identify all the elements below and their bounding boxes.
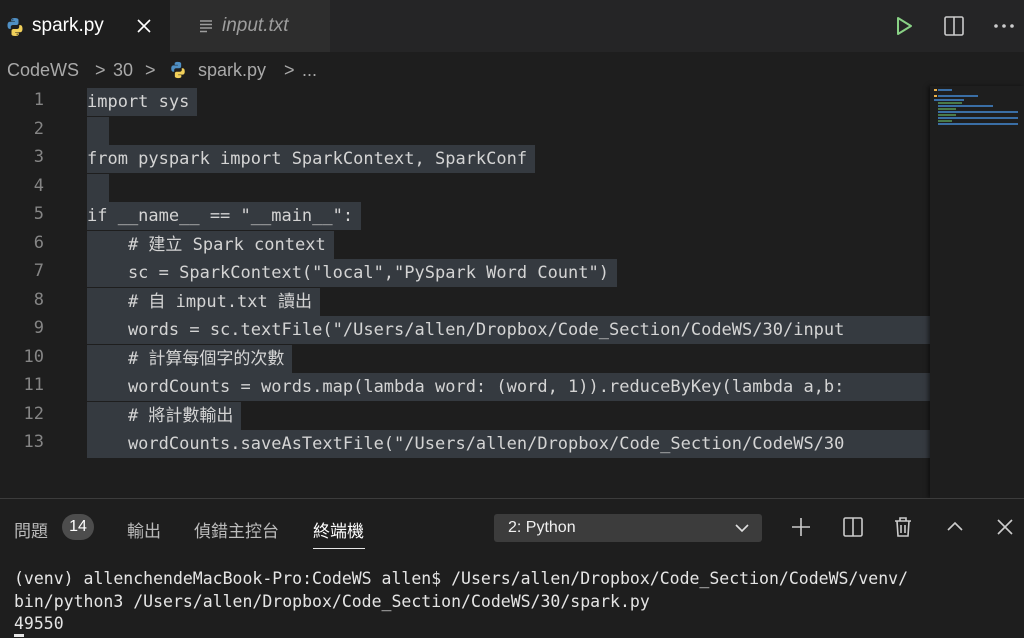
editor-tab-bar: spark.py input.txt [0,0,1024,52]
line-number: 7 [33,261,44,281]
problems-count-badge: 14 [62,514,94,540]
close-panel-icon[interactable] [993,515,1017,539]
tab-debug-console[interactable]: 偵錯主控台 [194,517,279,542]
line-number: 6 [33,233,44,253]
code-line: # 計算每個字的次數 [87,345,293,373]
maximize-panel-icon[interactable] [943,515,967,539]
line-number: 8 [33,290,44,310]
trash-icon[interactable] [891,515,915,539]
line-number: 5 [33,204,44,224]
tab-input-txt[interactable]: input.txt [170,0,330,52]
python-icon [171,61,185,79]
line-number: 11 [23,375,44,395]
breadcrumb-file[interactable]: spark.py [198,60,266,81]
breadcrumb-folder-codews[interactable]: CodeWS [7,60,79,81]
minimap[interactable] [930,86,1024,498]
split-editor-icon[interactable] [942,14,966,38]
line-number: 2 [33,119,44,139]
line-number: 13 [23,432,44,452]
tab-output[interactable]: 輸出 [127,517,161,542]
run-icon[interactable] [892,14,916,38]
text-file-icon [200,20,212,33]
minimap-preview [934,89,1018,125]
terminal-line: bin/python3 /Users/allen/Dropbox/Code_Se… [14,592,650,611]
bottom-panel: 問題 14 輸出 偵錯主控台 終端機 2: Python (venv) alle… [0,498,1024,638]
active-tab-indicator [313,548,365,549]
code-line: import sys [87,88,198,116]
code-line: # 建立 Spark context [87,231,334,259]
split-terminal-icon[interactable] [841,515,865,539]
tab-problems[interactable]: 問題 [14,517,48,542]
breadcrumb-separator: > [95,60,106,80]
tab-terminal[interactable]: 終端機 [313,517,364,542]
breadcrumb-symbol[interactable]: ... [302,60,317,81]
line-number: 1 [33,90,44,110]
terminal-select[interactable]: 2: Python [494,514,762,542]
code-line: # 將計數輸出 [87,402,242,430]
tab-label: spark.py [32,15,104,36]
line-number: 10 [23,347,44,367]
line-number: 12 [23,404,44,424]
code-line: if __name__ == "__main__": [87,202,362,230]
python-icon [7,18,23,36]
add-terminal-icon[interactable] [789,515,813,539]
tab-spark-py[interactable]: spark.py [0,0,170,52]
terminal-line: (venv) allenchendeMacBook-Pro:CodeWS all… [14,569,909,588]
code-editor[interactable]: 1 2 3 4 5 6 7 8 9 10 11 12 13 import sys… [0,86,930,486]
tab-label: input.txt [222,15,289,36]
breadcrumb-separator: > [284,60,295,80]
breadcrumb-separator: > [145,60,156,80]
code-line [87,117,109,145]
breadcrumb: CodeWS > 30 > spark.py > ... [0,56,1024,86]
line-number: 3 [33,147,44,167]
code-line: wordCounts = words.map(lambda word: (wor… [87,373,930,401]
breadcrumb-folder-30[interactable]: 30 [113,60,133,81]
code-line: # 自 imput.txt 讀出 [87,288,320,316]
more-actions-icon[interactable] [992,14,1016,38]
code-line: words = sc.textFile("/Users/allen/Dropbo… [87,316,930,344]
line-number: 9 [33,318,44,338]
code-line [87,174,109,202]
line-number: 4 [33,176,44,196]
chevron-down-icon [735,524,749,533]
code-line: sc = SparkContext("local","PySpark Word … [87,259,617,287]
terminal-select-value: 2: Python [508,519,576,536]
terminal-line: 49550 [14,614,64,633]
code-line: wordCounts.saveAsTextFile("/Users/allen/… [87,430,930,458]
close-icon[interactable] [134,16,154,36]
code-line: from pyspark import SparkContext, SparkC… [87,145,536,173]
